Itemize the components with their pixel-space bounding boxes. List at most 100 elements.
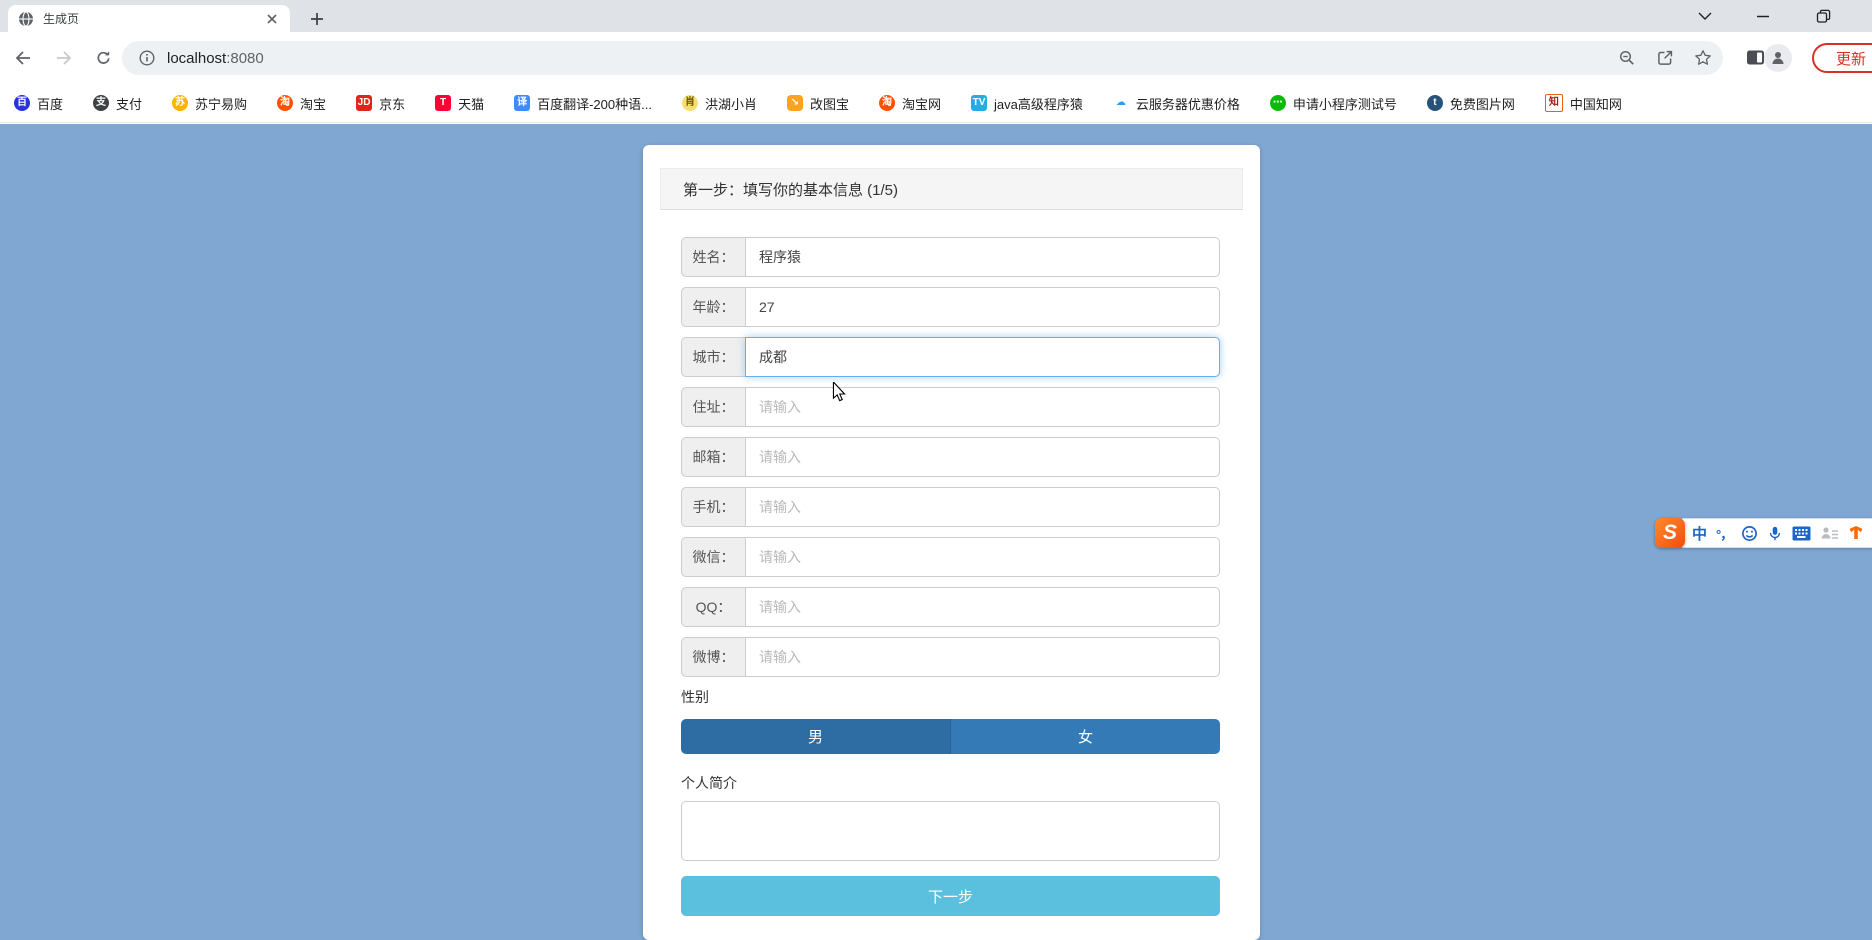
ime-punctuation-toggle[interactable]: °， <box>1716 524 1733 543</box>
bookmark-item-tmall[interactable]: T 天猫 <box>435 94 484 113</box>
address-placeholder: 请输入 <box>759 399 801 415</box>
wechat-label: 微信： <box>681 537 745 577</box>
tab-strip: 生成页 <box>0 0 1872 32</box>
globe-favicon-icon: 支 <box>93 95 110 111</box>
address-bar[interactable]: localhost:8080 <box>122 41 1723 75</box>
translate-favicon-icon: 译 <box>514 95 531 111</box>
profile-avatar[interactable] <box>1764 44 1792 72</box>
form-field-row: 年龄： 27 <box>681 287 1220 327</box>
phone-placeholder: 请输入 <box>759 499 801 515</box>
tab-title: 生成页 <box>43 12 80 26</box>
bookmark-item-taobaowang[interactable]: 淘 淘宝网 <box>878 94 941 113</box>
browser-toolbar: localhost:8080 更新 <box>0 32 1872 84</box>
qq-input[interactable]: 请输入 <box>745 587 1220 627</box>
bookmark-item-fanyi[interactable]: 译 百度翻译-200种语... <box>514 94 652 113</box>
side-panel-icon <box>1747 50 1764 65</box>
share-icon <box>1658 50 1673 65</box>
email-label: 邮箱： <box>681 437 745 477</box>
bookmark-star-button[interactable] <box>1694 49 1712 67</box>
form-field-row: 城市： 成都 <box>681 337 1220 377</box>
taobao-favicon-icon: 淘 <box>277 95 294 111</box>
forward-button[interactable] <box>52 46 76 70</box>
person-icon <box>1772 52 1784 64</box>
ime-bar: 中 °， <box>1682 518 1872 548</box>
form-field-row: 手机： 请输入 <box>681 487 1220 527</box>
city-value: 成都 <box>759 349 787 365</box>
bookmarks-bar: 百 百度 支 支付 苏 苏宁易购 淘 淘宝 JD 京东 T 天猫 译 百度翻译-… <box>0 84 1872 123</box>
ime-userdict-icon[interactable] <box>1820 525 1839 541</box>
browser-tab[interactable]: 生成页 <box>8 5 290 32</box>
bookmark-item-zhifu[interactable]: 支 支付 <box>93 94 142 113</box>
phone-input[interactable]: 请输入 <box>745 487 1220 527</box>
ime-keyboard-icon[interactable] <box>1792 526 1811 541</box>
age-value: 27 <box>759 299 775 315</box>
age-input[interactable]: 27 <box>745 287 1220 327</box>
bookmark-item-cnki[interactable]: 知 中国知网 <box>1544 94 1622 113</box>
bookmark-item-cloud[interactable]: ☁ 云服务器优惠价格 <box>1113 94 1240 113</box>
bookmark-item-freeimg[interactable]: t 免费图片网 <box>1426 94 1515 113</box>
form-field-row: QQ： 请输入 <box>681 587 1220 627</box>
side-panel-button[interactable] <box>1746 49 1765 66</box>
ime-chinese-mode-toggle[interactable]: 中 <box>1692 523 1707 544</box>
window-minimize-button[interactable] <box>1740 0 1786 32</box>
name-input[interactable]: 程序猿 <box>745 237 1220 277</box>
bookmark-item-suning[interactable]: 苏 苏宁易购 <box>172 94 247 113</box>
update-button[interactable]: 更新 <box>1812 43 1872 73</box>
form-fields: 姓名： 程序猿 年龄： 27 城市： 成都 住址： 请输入 邮箱： 请输入 手机… <box>643 210 1260 677</box>
taobao-favicon-icon: 淘 <box>878 95 895 111</box>
window-menu-chevron[interactable] <box>1682 0 1728 32</box>
sogou-ime-toolbar: S 中 °， <box>1655 518 1872 548</box>
bookmark-item-honghu[interactable]: 肖 洪湖小肖 <box>681 94 757 113</box>
mouse-cursor <box>832 382 846 402</box>
weibo-input[interactable]: 请输入 <box>745 637 1220 677</box>
globe-favicon-icon <box>19 10 33 27</box>
freeimg-favicon-icon: t <box>1426 95 1443 111</box>
form-step-title: 第一步：填写你的基本信息 (1/5) <box>660 168 1243 210</box>
suning-favicon-icon: 苏 <box>172 95 189 111</box>
ime-emoji-icon[interactable] <box>1741 525 1758 542</box>
new-tab-button[interactable] <box>306 8 328 30</box>
minimize-icon <box>1757 15 1769 18</box>
gender-label: 性别 <box>681 689 709 705</box>
weibo-placeholder: 请输入 <box>759 649 801 665</box>
sogou-logo-icon[interactable]: S <box>1655 518 1685 548</box>
magnifier-minus-icon <box>1619 50 1634 65</box>
intro-label: 个人简介 <box>681 775 737 791</box>
site-info-icon[interactable] <box>138 49 156 67</box>
intro-textarea[interactable] <box>681 801 1220 861</box>
bookmark-item-baidu[interactable]: 百 百度 <box>14 94 63 113</box>
bookmark-item-taobao[interactable]: 淘 淘宝 <box>277 94 326 113</box>
ime-skin-icon[interactable] <box>1848 525 1864 541</box>
wechat-placeholder: 请输入 <box>759 549 801 565</box>
cloud-favicon-icon: ☁ <box>1115 97 1126 108</box>
form-field-row: 姓名： 程序猿 <box>681 237 1220 277</box>
name-value: 程序猿 <box>759 249 801 265</box>
city-input[interactable]: 成都 <box>745 337 1220 377</box>
form-field-row: 邮箱： 请输入 <box>681 437 1220 477</box>
address-input[interactable]: 请输入 <box>745 387 1220 427</box>
bookmark-item-jd[interactable]: JD 京东 <box>356 94 405 113</box>
zoom-out-button[interactable] <box>1618 49 1636 67</box>
wechat-input[interactable]: 请输入 <box>745 537 1220 577</box>
bookmark-item-gaitubao[interactable]: ↘ 改图宝 <box>786 94 849 113</box>
gender-male-button[interactable]: 男 <box>681 719 950 754</box>
bookmark-item-miniprogram[interactable]: ⋯ 申请小程序测试号 <box>1269 94 1397 113</box>
form-field-row: 住址： 请输入 <box>681 387 1220 427</box>
bookmark-item-java[interactable]: TV java高级程序猿 <box>971 94 1083 113</box>
back-button[interactable] <box>10 46 34 70</box>
email-input[interactable]: 请输入 <box>745 437 1220 477</box>
gender-female-button[interactable]: 女 <box>950 719 1220 754</box>
cnki-favicon-icon: 知 <box>1544 94 1563 112</box>
ime-mic-icon[interactable] <box>1767 525 1783 542</box>
age-label: 年龄： <box>681 287 745 327</box>
qq-placeholder: 请输入 <box>759 599 801 615</box>
name-label: 姓名： <box>681 237 745 277</box>
address-label: 住址： <box>681 387 745 427</box>
tab-close-icon[interactable] <box>264 11 280 27</box>
form-field-row: 微博： 请输入 <box>681 637 1220 677</box>
window-restore-button[interactable] <box>1800 0 1846 32</box>
reload-button[interactable] <box>92 46 116 70</box>
next-step-button[interactable]: 下一步 <box>681 876 1220 916</box>
share-button[interactable] <box>1656 49 1674 67</box>
email-placeholder: 请输入 <box>759 449 801 465</box>
